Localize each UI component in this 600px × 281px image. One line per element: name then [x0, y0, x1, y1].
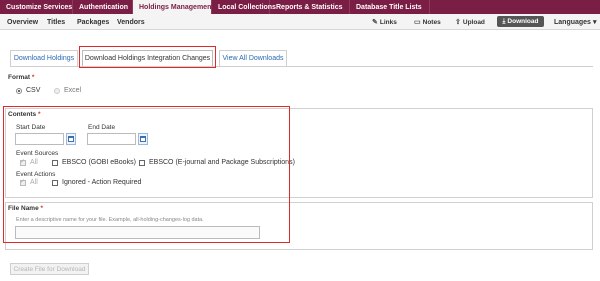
format-csv-radio[interactable] [16, 88, 22, 94]
create-file-button[interactable]: Create File for Download [10, 263, 89, 275]
upload-icon: ⇪ [455, 19, 461, 26]
nav-authentication[interactable]: Authentication [73, 0, 133, 14]
tab-download-holdings[interactable]: Download Holdings [10, 50, 78, 66]
format-excel-radio[interactable] [54, 88, 60, 94]
format-csv-label: CSV [26, 87, 41, 94]
sub-navigation: Overview Titles Packages Vendors ✎ Links… [0, 14, 600, 30]
nav-customize-services[interactable]: Customize Services [0, 0, 73, 14]
tab-view-all-downloads[interactable]: View All Downloads [219, 50, 287, 66]
links-label: Links [379, 18, 397, 26]
format-label: Format * [8, 74, 35, 81]
download-button[interactable]: ⤓ Download [497, 16, 544, 27]
top-navigation: Customize Services Authentication Holdin… [0, 0, 600, 14]
link-icon: ✎ [372, 19, 378, 26]
languages-dropdown[interactable]: Languages ▾ [554, 14, 596, 30]
subnav-overview[interactable]: Overview [7, 14, 38, 30]
subnav-vendors[interactable]: Vendors [117, 14, 145, 30]
links-button[interactable]: ✎ Links [372, 14, 397, 30]
notes-button[interactable]: ▭ Notes [414, 14, 441, 30]
chevron-down-icon: ▾ [592, 19, 597, 26]
languages-label: Languages [554, 18, 591, 26]
nav-local-collections[interactable]: Local Collections [212, 0, 276, 14]
nav-holdings-management[interactable]: Holdings Management [133, 0, 214, 14]
subnav-packages[interactable]: Packages [77, 14, 109, 30]
notes-icon: ▭ [414, 19, 421, 26]
upload-label: Upload [462, 18, 485, 26]
download-label: Download [507, 18, 539, 25]
highlight-contents-section [3, 106, 290, 243]
nav-database-title-lists[interactable]: Database Title Lists [350, 0, 430, 14]
nav-reports-statistics[interactable]: Reports & Statistics [270, 0, 350, 14]
highlight-active-tab [79, 46, 216, 68]
download-icon: ⤓ [502, 17, 506, 25]
subnav-titles[interactable]: Titles [47, 14, 65, 30]
upload-button[interactable]: ⇪ Upload [455, 14, 485, 30]
notes-label: Notes [422, 18, 441, 26]
format-excel-label: Excel [64, 87, 82, 94]
